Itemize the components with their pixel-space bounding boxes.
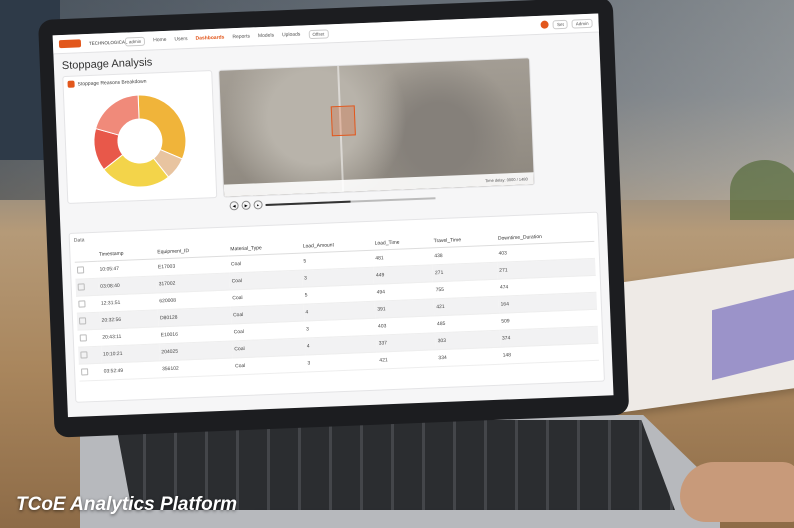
row-checkbox[interactable] bbox=[79, 333, 87, 342]
row-checkbox[interactable] bbox=[76, 265, 85, 274]
background-plant bbox=[730, 160, 794, 220]
admin-menu[interactable]: Admin bbox=[571, 18, 593, 29]
table-cell: 148 bbox=[500, 343, 600, 365]
row-checkbox[interactable] bbox=[78, 299, 86, 308]
nav-tab-reports[interactable]: Reports bbox=[232, 34, 250, 41]
row-checkbox[interactable] bbox=[78, 316, 87, 325]
top-row: Stoppage Reasons Breakdown Time delay: 0… bbox=[54, 54, 605, 204]
table-cell: 356102 bbox=[159, 357, 234, 378]
settings-button[interactable]: Set bbox=[552, 19, 568, 29]
nav-tab-dashboards[interactable]: Dashboards bbox=[195, 35, 224, 42]
nav-tab-users[interactable]: Users bbox=[174, 36, 187, 43]
caption: TCoE Analytics Platform bbox=[16, 494, 238, 515]
nav-tab-uploads[interactable]: Uploads bbox=[282, 31, 301, 38]
aerial-map[interactable]: Time delay: 0000 / 1480 bbox=[218, 57, 536, 198]
table-cell: 334 bbox=[436, 347, 501, 367]
pie-card-title: Stoppage Reasons Breakdown bbox=[77, 78, 147, 87]
select-all-header bbox=[74, 248, 98, 263]
laptop-screen-bezel: TECHNOLOGICAL admin Home Users Dashboard… bbox=[38, 0, 630, 438]
playback-progress bbox=[265, 200, 351, 206]
data-card: Data Timestamp Equipment_ID Material_Type L… bbox=[68, 211, 605, 403]
nav-right: Set Admin bbox=[540, 18, 593, 29]
table-cell: 421 bbox=[377, 349, 437, 370]
donut-chart bbox=[93, 94, 187, 188]
row-checkbox[interactable] bbox=[80, 350, 88, 359]
table-cell: Coal bbox=[232, 355, 306, 375]
equipment-marker[interactable] bbox=[330, 105, 356, 137]
env-badge: admin bbox=[124, 36, 146, 47]
photo-scene: TECHNOLOGICAL admin Home Users Dashboard… bbox=[0, 0, 794, 528]
rewind-icon[interactable]: ◀ bbox=[229, 201, 239, 211]
play-icon[interactable]: ▶ bbox=[241, 200, 251, 210]
laptop-screen: TECHNOLOGICAL admin Home Users Dashboard… bbox=[52, 13, 614, 418]
chart-icon bbox=[67, 80, 75, 88]
company-logo bbox=[58, 39, 82, 49]
forward-icon[interactable]: ▸ bbox=[253, 200, 263, 210]
table-cell: 03:52:49 bbox=[101, 360, 161, 381]
brand-name: TECHNOLOGICAL bbox=[88, 38, 128, 46]
notification-icon[interactable] bbox=[540, 20, 550, 29]
playback-slider[interactable] bbox=[265, 196, 436, 206]
nav-tab-home[interactable]: Home bbox=[153, 37, 167, 44]
pie-card: Stoppage Reasons Breakdown bbox=[62, 70, 218, 204]
data-table: Timestamp Equipment_ID Material_Type Load_A… bbox=[74, 228, 600, 382]
hand bbox=[680, 462, 794, 522]
table-cell: 3 bbox=[305, 352, 378, 373]
row-checkbox[interactable] bbox=[77, 282, 85, 291]
search-input[interactable]: Offset bbox=[308, 28, 329, 39]
donut-slice[interactable] bbox=[94, 94, 140, 136]
table-body: 10:05:47 E17003 Coal 5 481 438 403 03:08:40 3170… bbox=[74, 241, 600, 382]
nav-tab-models[interactable]: Models bbox=[258, 33, 274, 40]
row-checkbox[interactable] bbox=[81, 367, 89, 376]
